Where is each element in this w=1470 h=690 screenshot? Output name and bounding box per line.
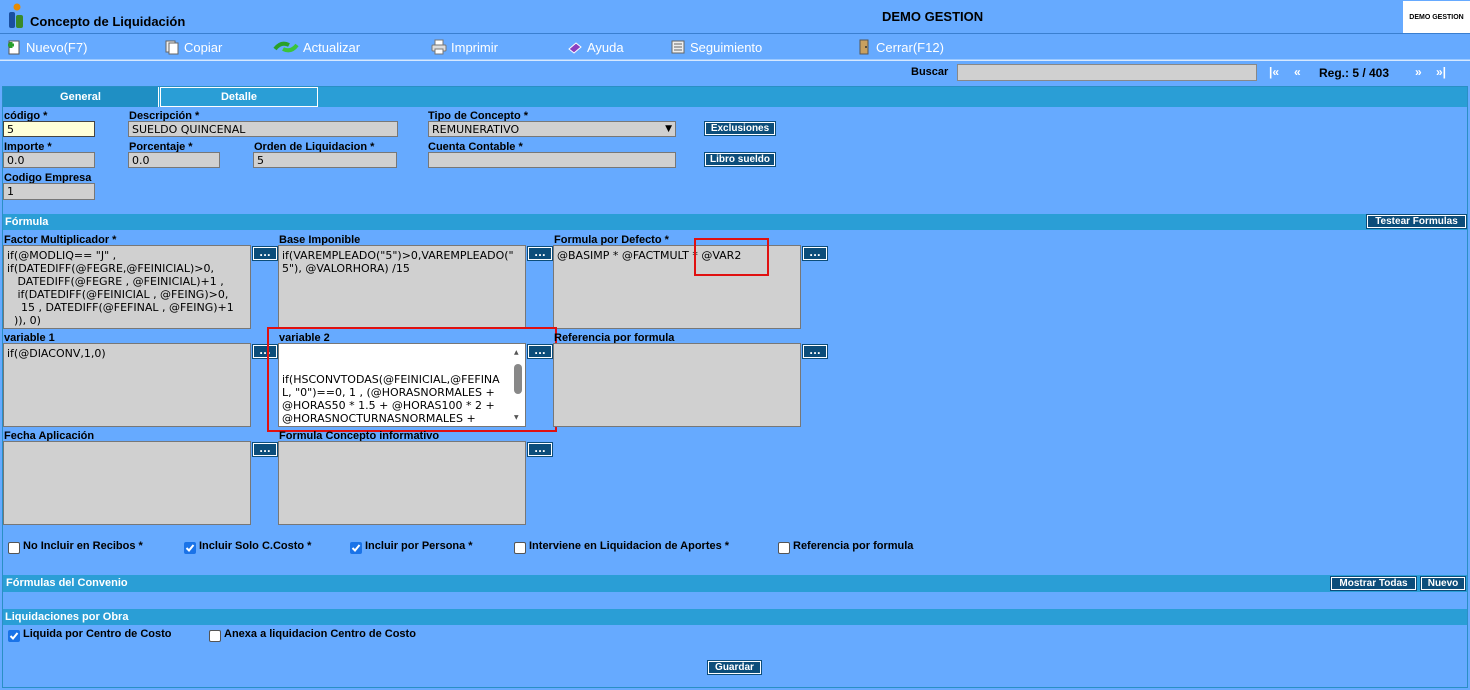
obra-section-header: Liquidaciones por Obra: [3, 609, 1467, 625]
empresa-input[interactable]: 1: [3, 183, 95, 200]
tipo-select[interactable]: REMUNERATIVO ▼: [428, 121, 676, 137]
guardar-button[interactable]: Guardar: [707, 660, 762, 675]
highlight-var2-box: [267, 327, 557, 432]
referencia-checkbox[interactable]: [778, 542, 790, 554]
company-name: DEMO GESTION: [882, 9, 984, 24]
page-title: Concepto de Liquidación: [30, 14, 186, 29]
search-input[interactable]: [957, 64, 1257, 81]
anexa-checkbox[interactable]: [209, 630, 221, 642]
orden-input[interactable]: 5: [253, 152, 397, 168]
title-bar: [0, 0, 1470, 34]
new-label: Nuevo(F7): [26, 39, 88, 55]
tracking-button[interactable]: Seguimiento: [669, 38, 762, 56]
solo-ccosto-label: Incluir Solo C.Costo *: [199, 540, 312, 552]
help-button[interactable]: Ayuda: [566, 38, 624, 56]
testear-formulas-button[interactable]: Testear Formulas: [1366, 214, 1467, 229]
base-textarea[interactable]: if(VAREMPLEADO("5")>0,VAREMPLEADO(" 5"),…: [278, 245, 526, 329]
help-book-icon: [566, 39, 584, 55]
tipo-select-value: REMUNERATIVO: [432, 122, 520, 136]
por-persona-checkbox[interactable]: [350, 542, 362, 554]
solo-ccosto-checkbox[interactable]: [184, 542, 196, 554]
nav-last-button[interactable]: »|: [1436, 65, 1446, 79]
close-button[interactable]: Cerrar(F12): [855, 38, 944, 56]
convenio-nuevo-button[interactable]: Nuevo: [1420, 576, 1466, 591]
liquida-label: Liquida por Centro de Costo: [23, 628, 172, 640]
mostrar-todas-button[interactable]: Mostrar Todas: [1330, 576, 1417, 591]
interviene-checkbox[interactable]: [514, 542, 526, 554]
referencia-edit-button[interactable]: ...: [802, 344, 828, 359]
convenio-section-header: Fórmulas del Convenio: [3, 575, 1467, 592]
referencia-textarea[interactable]: [553, 343, 801, 427]
libro-sueldo-button[interactable]: Libro sueldo: [704, 152, 776, 167]
nav-prev-button[interactable]: «: [1294, 65, 1301, 79]
highlight-var2: [694, 238, 769, 276]
importe-input[interactable]: 0.0: [3, 152, 95, 168]
interviene-label: Interviene en Liquidacion de Aportes *: [529, 540, 730, 552]
tab-general[interactable]: General: [3, 87, 159, 107]
por-persona-label: Incluir por Persona *: [365, 540, 473, 552]
check-icon: [185, 544, 195, 552]
factor-edit-button[interactable]: ...: [252, 246, 278, 261]
copy-button[interactable]: Copiar: [163, 38, 222, 56]
chevron-down-icon: ▼: [665, 124, 672, 134]
base-edit-button[interactable]: ...: [527, 246, 553, 261]
print-label: Imprimir: [451, 39, 498, 55]
divider: [0, 60, 1470, 61]
close-door-icon: [855, 39, 873, 55]
no-incluir-label: No Incluir en Recibos *: [23, 540, 143, 552]
refresh-label: Actualizar: [303, 39, 361, 55]
informativo-edit-button[interactable]: ...: [527, 442, 553, 457]
help-label: Ayuda: [587, 39, 624, 55]
porcentaje-input[interactable]: 0.0: [128, 152, 220, 168]
nav-next-button[interactable]: »: [1415, 65, 1422, 79]
nav-first-button[interactable]: |«: [1269, 65, 1279, 79]
new-button[interactable]: Nuevo(F7): [5, 38, 87, 56]
tracking-icon: [669, 39, 687, 55]
factor-textarea[interactable]: if(@MODLIQ== "J" , if(DATEDIFF(@FEGRE,@F…: [3, 245, 251, 329]
formula-section-header: Fórmula: [3, 214, 1467, 230]
fecha-textarea[interactable]: [3, 441, 251, 525]
tab-detalle[interactable]: Detalle: [160, 87, 318, 107]
fecha-edit-button[interactable]: ...: [252, 442, 278, 457]
var1-textarea[interactable]: if(@DIACONV,1,0): [3, 343, 251, 427]
app-logo-icon: [9, 3, 23, 28]
tracking-label: Seguimiento: [690, 39, 763, 55]
defecto-edit-button[interactable]: ...: [802, 246, 828, 261]
cuenta-input[interactable]: [428, 152, 676, 168]
refresh-icon: [272, 39, 300, 55]
close-label: Cerrar(F12): [876, 39, 944, 55]
anexa-label: Anexa a liquidacion Centro de Costo: [224, 628, 416, 640]
company-logo: DEMO GESTION: [1403, 1, 1470, 33]
no-incluir-checkbox[interactable]: [8, 542, 20, 554]
copy-icon: [163, 39, 181, 55]
codigo-input[interactable]: 5: [3, 121, 95, 137]
exclusiones-button[interactable]: Exclusiones: [704, 121, 776, 136]
refresh-button[interactable]: Actualizar: [272, 38, 360, 56]
search-label: Buscar: [911, 66, 949, 78]
informativo-textarea[interactable]: [278, 441, 526, 525]
check-icon: [9, 632, 19, 640]
record-counter: Reg.: 5 / 403: [1319, 66, 1390, 80]
descripcion-input[interactable]: SUELDO QUINCENAL: [128, 121, 398, 137]
liquida-checkbox[interactable]: [8, 630, 20, 642]
referencia-check-label: Referencia por formula: [793, 540, 914, 552]
print-button[interactable]: Imprimir: [430, 38, 498, 56]
printer-icon: [430, 39, 448, 55]
check-icon: [351, 544, 361, 552]
new-doc-icon: [5, 39, 23, 55]
copy-label: Copiar: [184, 39, 223, 55]
